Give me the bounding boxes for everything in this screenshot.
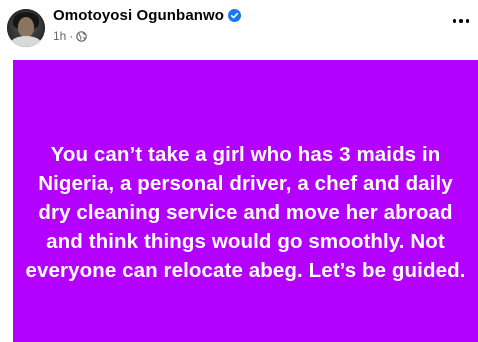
- post-timestamp[interactable]: 1h: [53, 29, 66, 43]
- more-dot: [452, 19, 457, 23]
- more-options-icon[interactable]: [450, 12, 472, 30]
- post-text-background: You can’t take a girl who has 3 maids in…: [13, 60, 478, 342]
- meta-separator: ·: [69, 29, 74, 43]
- author-avatar[interactable]: [7, 9, 45, 47]
- verified-badge-icon: [228, 9, 242, 22]
- post-header: Omotoyosi Ogunbanwo 1h ·: [0, 0, 478, 60]
- globe-icon[interactable]: [76, 30, 88, 42]
- post-text: You can’t take a girl who has 3 maids in…: [25, 142, 466, 282]
- avatar-shoulders: [10, 36, 42, 47]
- post-meta: 1h ·: [53, 29, 88, 43]
- more-dot: [465, 19, 470, 23]
- avatar-face: [18, 17, 34, 37]
- more-dot: [459, 19, 463, 23]
- facebook-post: Omotoyosi Ogunbanwo 1h · You can’t take …: [0, 0, 478, 342]
- author-name-row: Omotoyosi Ogunbanwo: [53, 7, 242, 24]
- author-name[interactable]: Omotoyosi Ogunbanwo: [53, 7, 224, 24]
